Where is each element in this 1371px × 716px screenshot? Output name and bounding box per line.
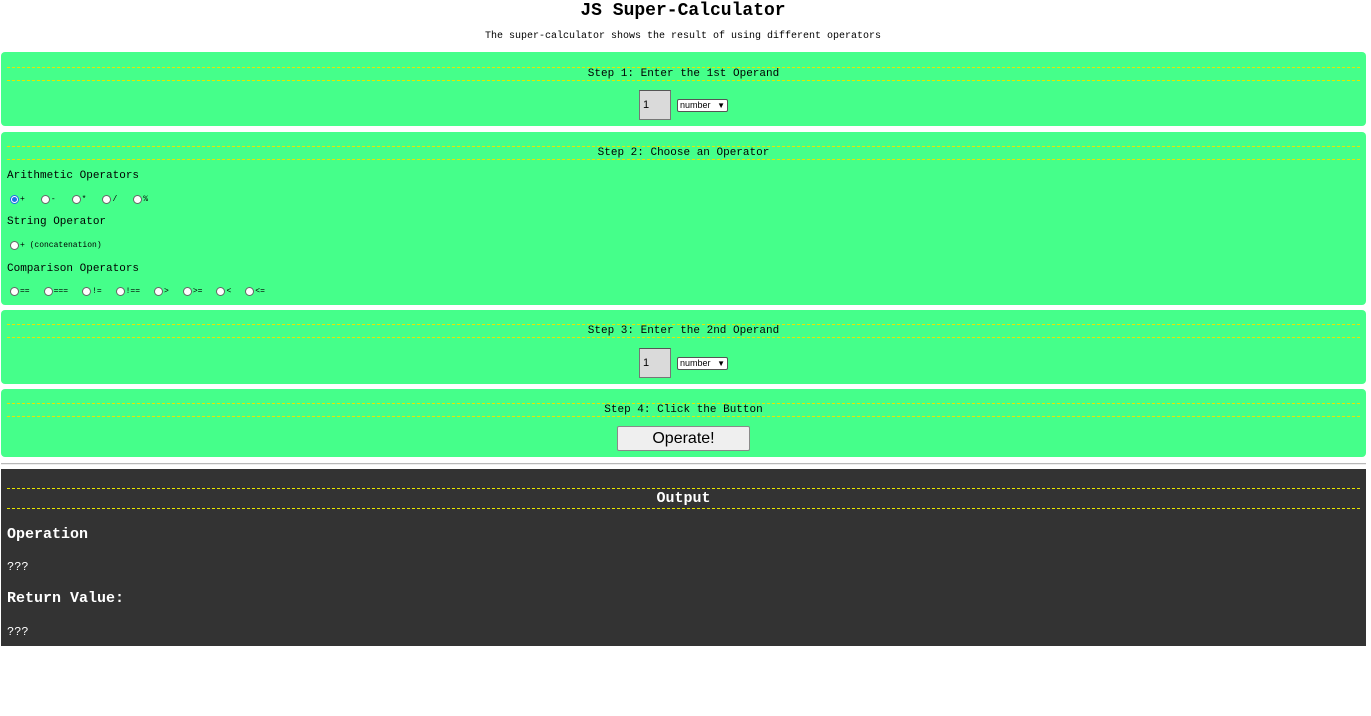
second-operand-input[interactable]: 1 xyxy=(639,348,671,378)
arithmetic-op-radio[interactable] xyxy=(10,195,19,204)
comparison-op-option[interactable]: == xyxy=(10,286,30,298)
comparison-op-option[interactable]: > xyxy=(154,286,169,298)
first-operand-type-select[interactable]: number ▼ xyxy=(677,98,728,112)
comparison-op-label: == xyxy=(20,287,30,296)
comparison-operators-label: Comparison Operators xyxy=(7,263,140,275)
first-operand-input[interactable]: 1 xyxy=(639,90,671,120)
step4-heading: Step 4: Click the Button xyxy=(7,403,1360,417)
string-operator-label: String Operator xyxy=(7,216,107,228)
arithmetic-op-label: + xyxy=(20,195,25,204)
comparison-op-option[interactable]: >= xyxy=(182,286,203,298)
string-op-radio[interactable] xyxy=(10,241,19,250)
comparison-op-option[interactable]: <= xyxy=(245,286,265,298)
arithmetic-op-label: - xyxy=(50,195,56,204)
arithmetic-op-option[interactable]: / xyxy=(102,194,117,206)
first-operand-type-value: number xyxy=(680,99,711,110)
step2-heading: Step 2: Choose an Operator xyxy=(7,146,1360,160)
comparison-op-radio[interactable] xyxy=(115,287,125,296)
arithmetic-op-option[interactable]: - xyxy=(40,194,56,206)
page-title: JS Super-Calculator xyxy=(580,1,786,21)
comparison-op-radio[interactable] xyxy=(10,287,19,296)
step1-operand-row: 1 number ▼ xyxy=(1,90,1366,120)
string-op-option[interactable]: + (concatenation) xyxy=(10,240,102,252)
arithmetic-op-option[interactable]: * xyxy=(71,194,87,206)
comparison-operator-group: == === != !== > >= < <= xyxy=(10,286,265,298)
arithmetic-operators-label: Arithmetic Operators xyxy=(7,170,140,182)
comparison-op-label: < xyxy=(226,287,232,296)
arithmetic-op-option[interactable]: % xyxy=(133,194,148,206)
arithmetic-op-radio[interactable] xyxy=(71,195,81,204)
comparison-op-option[interactable]: !== xyxy=(115,286,141,298)
step3-panel: Step 3: Enter the 2nd Operand 1 number ▼ xyxy=(1,310,1366,384)
comparison-op-label: >= xyxy=(192,287,203,296)
second-operand-type-select[interactable]: number ▼ xyxy=(677,356,728,370)
divider xyxy=(1,463,1366,465)
comparison-op-label: === xyxy=(53,287,69,296)
comparison-op-label: > xyxy=(164,287,169,296)
chevron-down-icon: ▼ xyxy=(717,100,725,110)
comparison-op-radio[interactable] xyxy=(82,287,92,296)
string-op-label: + (concatenation) xyxy=(20,241,102,250)
comparison-op-label: != xyxy=(92,287,102,296)
return-value: ??? xyxy=(7,625,29,639)
step3-heading: Step 3: Enter the 2nd Operand xyxy=(7,324,1360,338)
return-value-label: Return Value: xyxy=(7,590,125,607)
output-panel: Output Operation ??? Return Value: ??? xyxy=(1,469,1366,646)
comparison-op-radio[interactable] xyxy=(154,287,164,296)
comparison-op-radio[interactable] xyxy=(182,287,192,296)
comparison-op-radio[interactable] xyxy=(216,287,226,296)
chevron-down-icon: ▼ xyxy=(717,358,725,368)
operation-value: ??? xyxy=(7,560,29,574)
string-operator-group: + (concatenation) xyxy=(10,240,102,252)
comparison-op-radio[interactable] xyxy=(43,287,53,296)
page-subtitle: The super-calculator shows the result of… xyxy=(484,31,882,42)
second-operand-type-value: number xyxy=(680,357,711,368)
comparison-op-option[interactable]: === xyxy=(43,286,69,298)
comparison-op-option[interactable]: != xyxy=(82,286,102,298)
arithmetic-operator-group: + - * /% xyxy=(10,194,148,206)
comparison-op-label: !== xyxy=(125,287,141,296)
output-heading: Output xyxy=(7,488,1360,509)
operation-label: Operation xyxy=(7,526,89,543)
arithmetic-op-label: / xyxy=(112,195,118,204)
arithmetic-op-radio[interactable] xyxy=(102,195,112,204)
step3-operand-row: 1 number ▼ xyxy=(1,348,1366,378)
comparison-op-label: <= xyxy=(255,287,265,296)
arithmetic-op-label: * xyxy=(81,195,87,204)
step4-panel: Step 4: Click the Button Operate! xyxy=(1,389,1366,457)
arithmetic-op-label: % xyxy=(143,195,149,204)
arithmetic-op-radio[interactable] xyxy=(133,195,143,204)
comparison-op-option[interactable]: < xyxy=(216,286,231,298)
step2-panel: Step 2: Choose an Operator Arithmetic Op… xyxy=(1,132,1366,305)
arithmetic-op-option[interactable]: + xyxy=(10,194,25,206)
arithmetic-op-radio[interactable] xyxy=(40,195,50,204)
step1-panel: Step 1: Enter the 1st Operand 1 number ▼ xyxy=(1,52,1366,126)
comparison-op-radio[interactable] xyxy=(245,287,255,296)
step1-heading: Step 1: Enter the 1st Operand xyxy=(7,67,1360,81)
operate-button[interactable]: Operate! xyxy=(617,426,750,451)
